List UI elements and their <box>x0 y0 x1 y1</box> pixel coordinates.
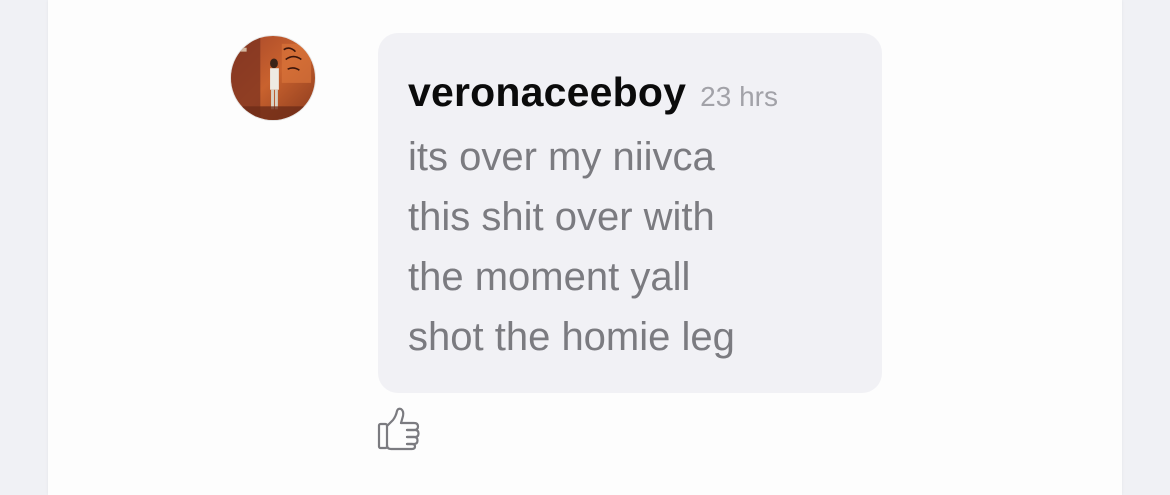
message-line: this shit over with <box>408 195 715 239</box>
avatar-image <box>231 36 315 120</box>
comment-header: veronaceeboy 23 hrs <box>408 69 882 123</box>
comment-timestamp: 23 hrs <box>700 81 778 112</box>
message-line: its over my niivca <box>408 135 715 179</box>
message-line: the moment yall <box>408 255 691 299</box>
message-line: shot the homie leg <box>408 315 735 359</box>
comment-message: its over my niivca this shit over with t… <box>408 127 882 367</box>
like-button[interactable] <box>376 405 422 453</box>
username[interactable]: veronaceeboy <box>408 69 686 116</box>
thumbs-up-icon <box>377 407 420 451</box>
user-avatar[interactable] <box>230 35 316 121</box>
comment-bubble: veronaceeboy 23 hrs its over my niivca t… <box>378 33 882 393</box>
